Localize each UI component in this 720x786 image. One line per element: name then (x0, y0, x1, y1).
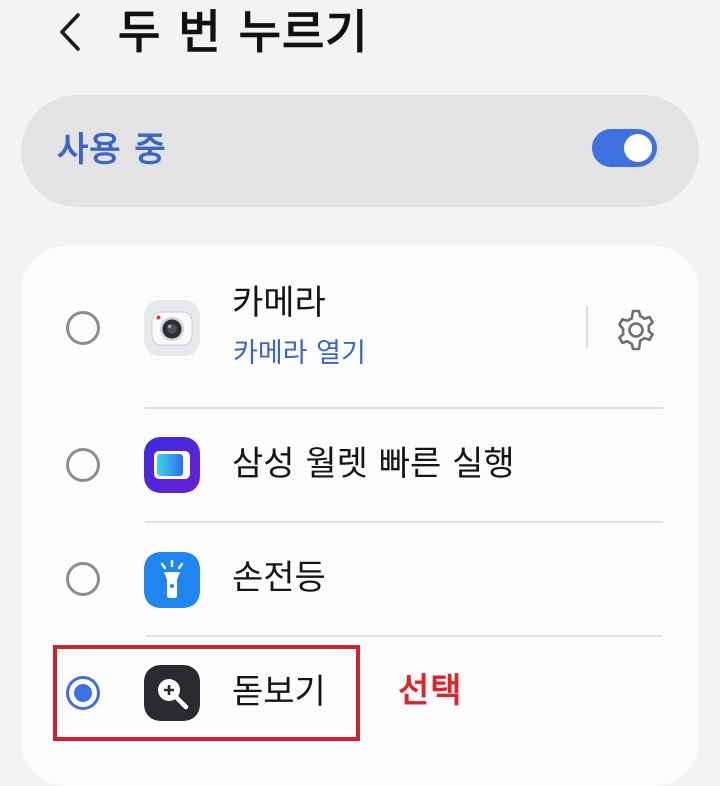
master-toggle[interactable] (592, 129, 657, 167)
gear-icon (618, 309, 654, 351)
header-bar: 두 번 누르기 (0, 0, 720, 70)
option-title-camera: 카메라 (232, 283, 326, 323)
option-title-flashlight: 손전등 (232, 558, 326, 598)
radio-camera[interactable] (66, 311, 100, 345)
radio-samsung-wallet[interactable] (66, 448, 100, 482)
page-title: 두 번 누르기 (118, 5, 369, 59)
list-item-flashlight[interactable]: 손전등 (21, 523, 699, 635)
list-item-samsung-wallet[interactable]: 삼성 월렛 빠른 실행 (21, 409, 699, 521)
option-title-samsung-wallet: 삼성 월렛 빠른 실행 (232, 444, 515, 484)
flashlight-app-icon (144, 552, 200, 608)
toggle-knob (624, 134, 652, 162)
selection-highlight-box (53, 645, 360, 741)
option-subtitle-camera: 카메라 열기 (233, 338, 366, 369)
master-switch-label: 사용 중 (57, 130, 167, 170)
radio-flashlight[interactable] (66, 562, 100, 596)
master-switch-bar[interactable]: 사용 중 (21, 95, 699, 207)
camera-app-icon (144, 300, 200, 356)
chevron-left-icon (60, 13, 80, 51)
back-button[interactable] (50, 8, 90, 56)
list-item-camera[interactable]: 카메라 카메라 열기 (21, 246, 699, 408)
annotation-label: 선택 (398, 671, 463, 711)
samsung-wallet-app-icon (144, 437, 200, 493)
camera-settings-button[interactable] (612, 306, 660, 354)
vertical-separator (586, 306, 588, 348)
